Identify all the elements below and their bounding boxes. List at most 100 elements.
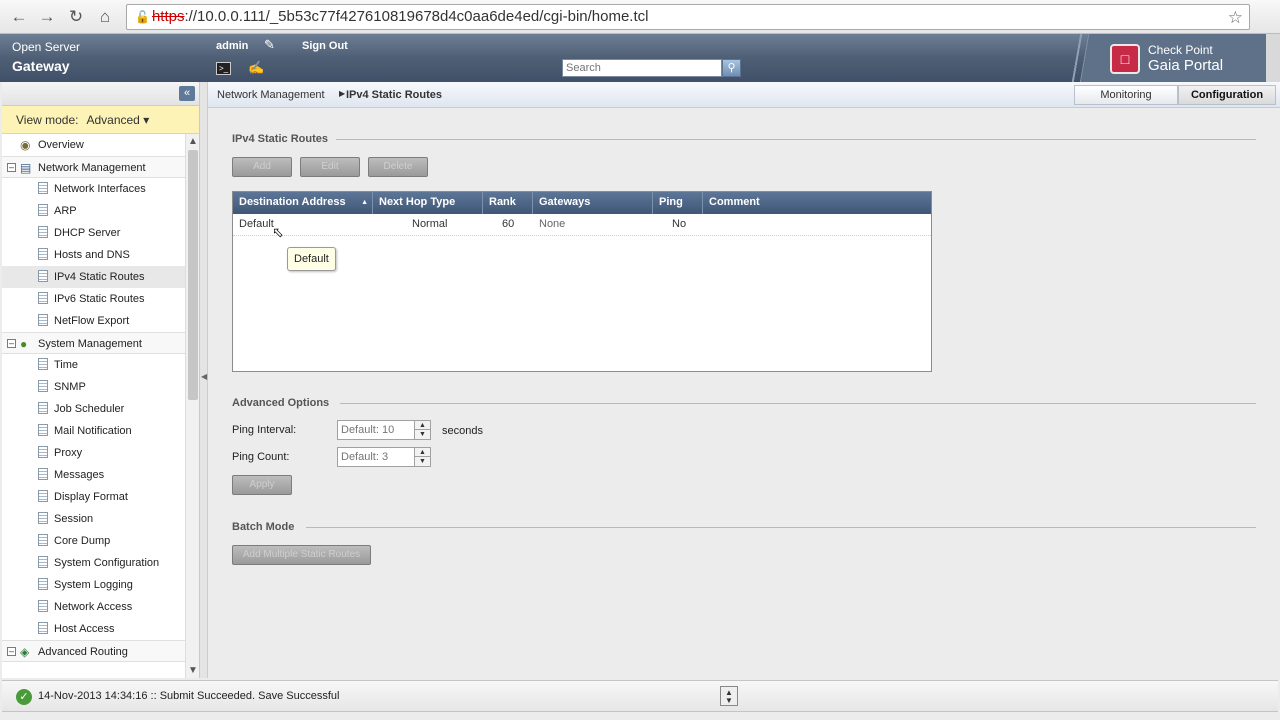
tree-item-hosts-and-dns[interactable]: Hosts and DNS (2, 244, 186, 266)
url-scheme: https (151, 8, 185, 25)
column-label: Destination Address (239, 196, 346, 208)
add-button[interactable]: Add (232, 157, 292, 177)
column-comment[interactable]: Comment (703, 192, 931, 214)
tree-item-label: SNMP (54, 381, 86, 393)
tree-item-system-logging[interactable]: System Logging (2, 574, 186, 596)
collapse-minus-icon[interactable]: – (7, 163, 16, 172)
page-icon (38, 292, 48, 304)
tree-item-label: IPv6 Static Routes (54, 293, 145, 305)
tree-item-job-scheduler[interactable]: Job Scheduler (2, 398, 186, 420)
tree-item-core-dump[interactable]: Core Dump (2, 530, 186, 552)
tree-item-messages[interactable]: Messages (2, 464, 186, 486)
page-icon (38, 622, 48, 634)
ping-interval-label: Ping Interval: (232, 424, 297, 436)
tree-item-overview[interactable]: ◉ Overview (2, 134, 186, 156)
collapse-minus-icon[interactable]: – (7, 339, 16, 348)
back-icon[interactable]: ← (8, 6, 30, 28)
sign-out-link[interactable]: Sign Out (302, 40, 348, 52)
address-bar[interactable]: 🔓 https://10.0.0.111/_5b53c77f42761081967… (126, 4, 1250, 30)
increment-icon[interactable]: ▲ (414, 448, 430, 457)
tree-item-label: Proxy (54, 447, 83, 459)
delete-button[interactable]: Delete (368, 157, 428, 177)
status-bar: ✓ 14-Nov-2013 14:34:16 :: Submit Succeed… (2, 680, 1278, 712)
tab-configuration[interactable]: Configuration (1178, 85, 1276, 105)
page-icon (38, 314, 48, 326)
network-icon: ▤ (20, 161, 32, 175)
tree-item-mail-notification[interactable]: Mail Notification (2, 420, 186, 442)
sidebar-toolbar: « (2, 82, 199, 106)
sidebar-splitter[interactable]: ◀ (200, 82, 208, 678)
collapse-minus-icon[interactable]: – (7, 647, 16, 656)
scrollbar-thumb[interactable] (188, 150, 198, 400)
search-input[interactable] (562, 59, 722, 77)
tree-item-network-interfaces[interactable]: Network Interfaces (2, 178, 186, 200)
tree-category-advanced-routing[interactable]: – ◈ Advanced Routing (2, 640, 186, 662)
view-mode-dropdown[interactable]: Advanced ▾ (86, 113, 149, 127)
table-row[interactable]: Default Normal 60 None No (233, 214, 931, 236)
reload-icon[interactable]: ↻ (65, 6, 87, 28)
page-scrollbar[interactable] (1266, 34, 1280, 82)
tree-item-label: Job Scheduler (54, 403, 125, 415)
column-next-hop-type[interactable]: Next Hop Type (373, 192, 483, 214)
tree-category-system-management[interactable]: – ● System Management (2, 332, 186, 354)
tree-item-time[interactable]: Time (2, 354, 186, 376)
tab-monitoring[interactable]: Monitoring (1074, 85, 1178, 105)
home-icon[interactable]: ⌂ (94, 6, 116, 28)
ping-count-stepper: ▲ ▼ (337, 447, 431, 467)
tree-item-network-access[interactable]: Network Access (2, 596, 186, 618)
tree-category-network-management[interactable]: – ▤ Network Management (2, 156, 186, 178)
page-icon (38, 270, 48, 282)
column-gateways[interactable]: Gateways (533, 192, 653, 214)
add-multiple-static-routes-button[interactable]: Add Multiple Static Routes (232, 545, 371, 565)
scroll-up-icon[interactable]: ▲ (186, 136, 200, 147)
column-rank[interactable]: Rank (483, 192, 533, 214)
increment-icon[interactable]: ▲ (414, 421, 430, 430)
page-icon (38, 600, 48, 612)
ping-interval-input[interactable] (338, 421, 414, 439)
tree-item-label: Network Interfaces (54, 183, 146, 195)
tree-item-system-configuration[interactable]: System Configuration (2, 552, 186, 574)
expand-status-icon[interactable]: ▲ ▼ (720, 686, 738, 706)
decrement-icon[interactable]: ▼ (414, 430, 430, 439)
status-message: 14-Nov-2013 14:34:16 :: Submit Succeeded… (38, 690, 340, 702)
section-divider (340, 403, 1256, 404)
search-icon[interactable]: ⚲ (722, 59, 741, 77)
tree-item-netflow-export[interactable]: NetFlow Export (2, 310, 186, 332)
apply-button[interactable]: Apply (232, 475, 292, 495)
tree-item-host-access[interactable]: Host Access (2, 618, 186, 640)
tree-item-proxy[interactable]: Proxy (2, 442, 186, 464)
tree-item-dhcp-server[interactable]: DHCP Server (2, 222, 186, 244)
logo-portal-name: Gaia Portal (1148, 57, 1224, 74)
scroll-down-icon[interactable]: ▼ (186, 665, 200, 676)
ping-count-input[interactable] (338, 448, 414, 466)
edit-profile-icon[interactable]: ✎ (264, 37, 275, 53)
decrement-icon[interactable]: ▼ (414, 457, 430, 466)
tree-item-display-format[interactable]: Display Format (2, 486, 186, 508)
tree-item-ipv4-static-routes[interactable]: IPv4 Static Routes (2, 266, 186, 288)
page-icon (38, 556, 48, 568)
insecure-lock-icon: 🔓 (135, 10, 150, 24)
page-icon (38, 424, 48, 436)
forward-icon[interactable]: → (36, 6, 58, 28)
bookmark-star-icon[interactable]: ☆ (1228, 6, 1243, 30)
collapse-sidebar-icon[interactable]: « (179, 86, 195, 101)
success-check-icon: ✓ (16, 689, 32, 705)
edit-button[interactable]: Edit (300, 157, 360, 177)
column-destination-address[interactable]: Destination Address ▲ (233, 192, 373, 214)
tree-item-session[interactable]: Session (2, 508, 186, 530)
breadcrumb-parent[interactable]: Network Management (217, 89, 325, 101)
tree-item-ipv6-static-routes[interactable]: IPv6 Static Routes (2, 288, 186, 310)
cell-gateways: None (539, 218, 566, 230)
column-ping[interactable]: Ping (653, 192, 703, 214)
tree-item-label: NetFlow Export (54, 315, 130, 327)
terminal-icon[interactable]: >_ (216, 62, 231, 75)
notes-icon[interactable]: ✍ (248, 60, 264, 76)
tree-item-arp[interactable]: ARP (2, 200, 186, 222)
page-icon (38, 380, 48, 392)
section-divider (336, 139, 1256, 140)
navigation-sidebar: « View mode: Advanced ▾ ◉ Overview – ▤ Ne… (2, 82, 200, 678)
page-icon (38, 468, 48, 480)
sidebar-scrollbar[interactable]: ▲ ▼ (185, 134, 199, 678)
tree-item-snmp[interactable]: SNMP (2, 376, 186, 398)
tree-item-label: Session (54, 513, 94, 525)
